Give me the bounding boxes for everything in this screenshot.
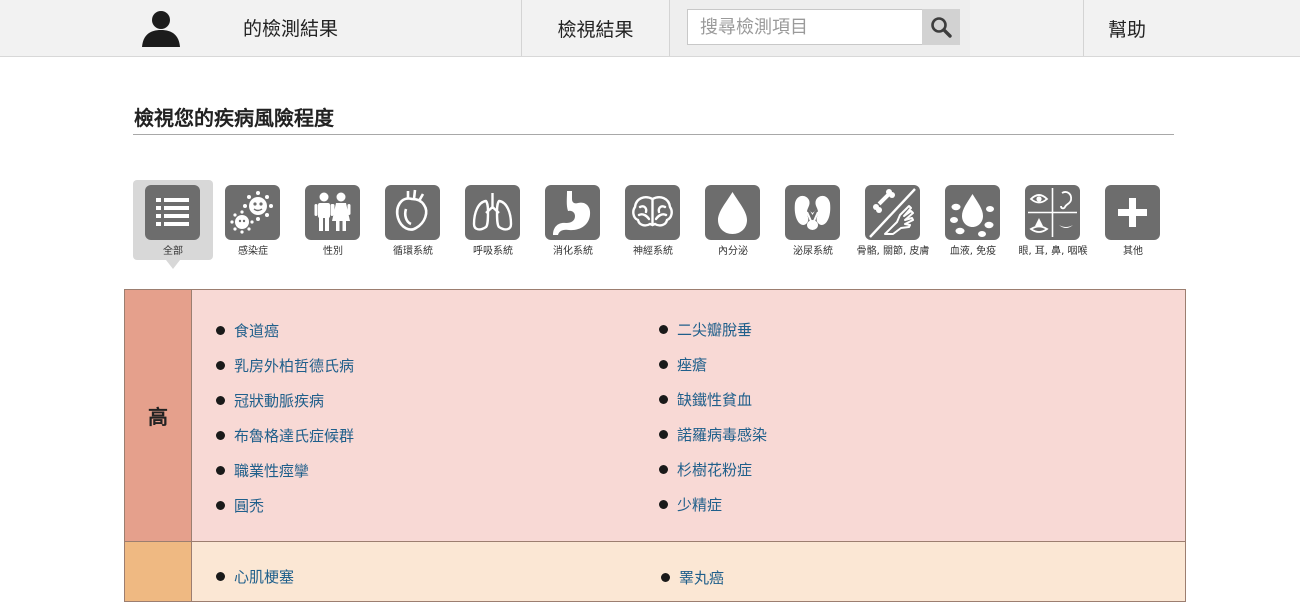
category-other[interactable]: 其他 (1093, 180, 1173, 260)
drop-icon (705, 185, 760, 240)
risk-band-medium: 心肌梗塞 睪丸癌 (124, 542, 1186, 602)
eye-ear-nose-mouth-icon (1025, 185, 1080, 240)
page-title: 檢視您的疾病風險程度 (134, 106, 334, 130)
risk-disease-list: 食道癌 乳房外柏哲德氏病 冠狀動脈疾病 布魯格達氏症候群 職業性痙攣 圓禿 二尖… (192, 289, 1186, 542)
selected-category-pointer (166, 260, 180, 269)
disease-link[interactable]: 杉樹花粉症 (659, 459, 752, 480)
user-avatar-icon[interactable] (140, 9, 182, 47)
bullet-icon (659, 360, 668, 369)
gender-icon (305, 185, 360, 240)
category-nervous[interactable]: 神經系統 (613, 180, 693, 260)
category-bone-joint-skin[interactable]: 骨骼, 關節, 皮膚 (853, 180, 933, 260)
bullet-icon (659, 465, 668, 474)
virus-icon (225, 185, 280, 240)
disease-link[interactable]: 食道癌 (216, 320, 279, 341)
lungs-icon (465, 185, 520, 240)
bullet-icon (216, 501, 225, 510)
risk-disease-list: 心肌梗塞 睪丸癌 (192, 542, 1186, 602)
disease-link[interactable]: 布魯格達氏症候群 (216, 425, 354, 446)
disease-link[interactable]: 痤瘡 (659, 354, 707, 375)
disease-link[interactable]: 諾羅病毒感染 (659, 424, 767, 445)
disease-link[interactable]: 缺鐵性貧血 (659, 389, 752, 410)
bullet-icon (659, 325, 668, 334)
category-all[interactable]: 全部 (133, 180, 213, 260)
bullet-icon (659, 430, 668, 439)
search-input[interactable] (687, 9, 923, 45)
blood-icon (945, 185, 1000, 240)
bullet-icon (216, 466, 225, 475)
list-icon (145, 185, 200, 240)
title-divider (133, 134, 1174, 135)
bone-icon (865, 185, 920, 240)
category-infection[interactable]: 感染症 (213, 180, 293, 260)
risk-band-high: 高 食道癌 乳房外柏哲德氏病 冠狀動脈疾病 布魯格達氏症候群 職業性痙攣 圓禿 … (124, 289, 1186, 542)
bullet-icon (216, 361, 225, 370)
disease-link[interactable]: 心肌梗塞 (216, 566, 294, 587)
bullet-icon (216, 572, 225, 581)
bullet-icon (661, 573, 670, 582)
disease-link[interactable]: 冠狀動脈疾病 (216, 390, 324, 411)
stomach-icon (545, 185, 600, 240)
help-link[interactable]: 幫助 (1084, 0, 1300, 56)
view-results-link[interactable]: 檢視結果 (522, 0, 669, 56)
category-endocrine[interactable]: 內分泌 (693, 180, 773, 260)
bullet-icon (216, 396, 225, 405)
bullet-icon (659, 395, 668, 404)
risk-level-label: 高 (124, 289, 192, 542)
category-urinary[interactable]: 泌尿系統 (773, 180, 853, 260)
bullet-icon (216, 431, 225, 440)
category-circulatory[interactable]: 循環系統 (373, 180, 453, 260)
brain-icon (625, 185, 680, 240)
category-eye-ear-nose-throat[interactable]: 眼, 耳, 鼻, 咽喉 (1013, 180, 1093, 260)
category-respiratory[interactable]: 呼吸系統 (453, 180, 533, 260)
results-title: 的檢測結果 (243, 18, 339, 40)
disease-link[interactable]: 乳房外柏哲德氏病 (216, 355, 354, 376)
plus-icon (1105, 185, 1160, 240)
disease-link[interactable]: 圓禿 (216, 495, 264, 516)
top-navigation-bar: 的檢測結果 檢視結果 幫助 (0, 0, 1300, 57)
search-button[interactable] (922, 9, 960, 45)
category-blood-immune[interactable]: 血液, 免疫 (933, 180, 1013, 260)
disease-link[interactable]: 睪丸癌 (661, 567, 724, 588)
disease-link[interactable]: 職業性痙攣 (216, 460, 309, 481)
kidney-icon (785, 185, 840, 240)
disease-link[interactable]: 二尖瓣脫垂 (659, 319, 752, 340)
category-digestive[interactable]: 消化系統 (533, 180, 613, 260)
risk-level-label (124, 542, 192, 602)
category-label: 其他 (1123, 246, 1143, 257)
heart-icon (385, 185, 440, 240)
disease-link[interactable]: 少精症 (659, 494, 722, 515)
search-icon (931, 17, 952, 38)
bullet-icon (659, 500, 668, 509)
category-gender[interactable]: 性別 (293, 180, 373, 260)
bullet-icon (216, 326, 225, 335)
